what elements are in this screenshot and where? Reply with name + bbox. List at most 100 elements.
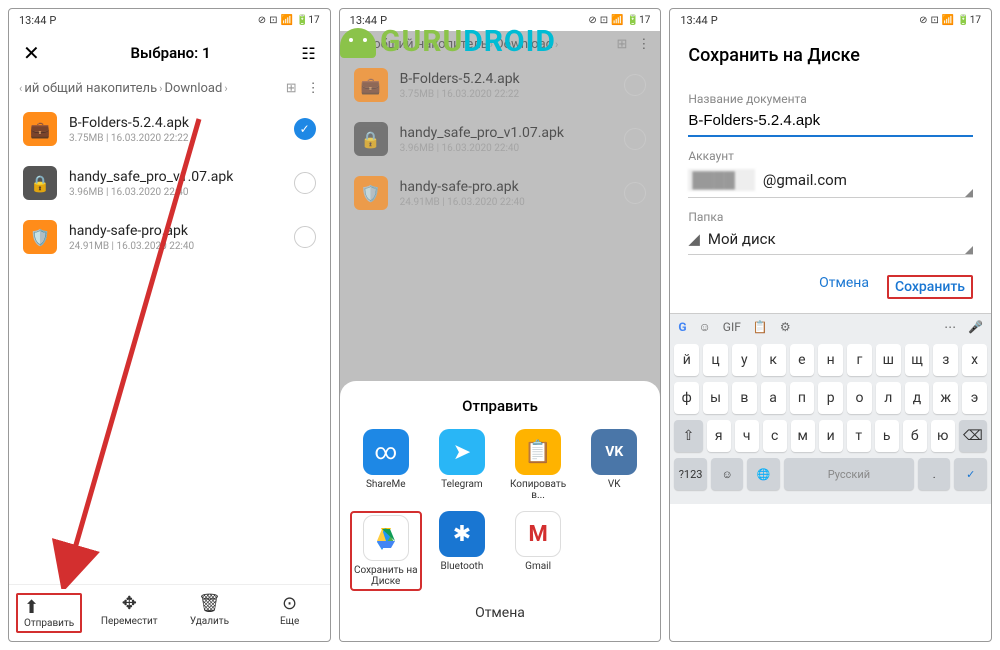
docname-label: Название документа: [688, 92, 973, 106]
numeric-key[interactable]: ?123: [674, 458, 707, 490]
dnd-icon: ⊘: [258, 15, 266, 26]
clipboard-icon[interactable]: 📋: [753, 320, 768, 334]
keyboard-row-4: ?123 ☺ 🌐 Русский . ✓: [674, 458, 987, 490]
backspace-key[interactable]: ⌫: [959, 420, 987, 452]
share-sheet: Отправить ∞ShareMe ➤Telegram 📋Копировать…: [340, 381, 661, 641]
checkbox-unchecked[interactable]: [294, 172, 316, 194]
status-bar: 13:44 P ⊘⊡📶🔋17: [340, 9, 661, 31]
save-to-drive-dialog: Сохранить на Диске Название документа Ак…: [670, 31, 991, 313]
select-all-icon[interactable]: ☷: [301, 44, 315, 63]
key[interactable]: с: [763, 420, 787, 452]
share-app-bluetooth[interactable]: ✱Bluetooth: [426, 511, 498, 591]
key[interactable]: г: [847, 344, 872, 376]
keyboard-row-2: ф ы в а п р о л д ж э: [674, 382, 987, 414]
key[interactable]: й: [674, 344, 699, 376]
share-icon: ⬆: [24, 597, 74, 618]
share-sheet-title: Отправить: [350, 397, 651, 415]
share-app-telegram[interactable]: ➤Telegram: [426, 429, 498, 501]
key[interactable]: ю: [931, 420, 955, 452]
key[interactable]: э: [962, 382, 987, 414]
key[interactable]: е: [790, 344, 815, 376]
trash-icon: 🗑: [198, 593, 221, 614]
key[interactable]: ж: [933, 382, 958, 414]
key[interactable]: р: [818, 382, 843, 414]
settings-icon[interactable]: ⚙: [780, 320, 791, 334]
key[interactable]: т: [847, 420, 871, 452]
status-bar: 13:44 P ⊘⊡📶🔋17: [9, 9, 330, 31]
key[interactable]: ь: [875, 420, 899, 452]
sticker-icon[interactable]: ☺: [699, 320, 711, 334]
key[interactable]: х: [962, 344, 987, 376]
key[interactable]: ц: [703, 344, 728, 376]
share-app-drive[interactable]: Сохранить на Диске: [350, 511, 422, 591]
mic-icon[interactable]: 🎤: [968, 320, 983, 334]
key[interactable]: л: [876, 382, 901, 414]
key[interactable]: п: [790, 382, 815, 414]
cancel-button[interactable]: Отмена: [350, 591, 651, 625]
key[interactable]: в: [732, 382, 757, 414]
apk-icon: 💼: [23, 112, 57, 146]
period-key[interactable]: .: [918, 458, 951, 490]
key[interactable]: н: [818, 344, 843, 376]
space-key[interactable]: Русский: [784, 458, 914, 490]
key[interactable]: я: [707, 420, 731, 452]
more-button[interactable]: ⊙Еще: [250, 593, 330, 633]
phone-screen-1: 13:44 P ⊘⊡📶🔋17 ✕ Выбрано: 1 ☷ ‹ ий общий…: [8, 8, 331, 642]
shift-key[interactable]: ⇧: [674, 420, 702, 452]
keyboard-row-1: й ц у к е н г ш щ з х: [674, 344, 987, 376]
phone-screen-2: 13:44 P ⊘⊡📶🔋17 ‹ ий общий накопитель › D…: [339, 8, 662, 642]
lang-key[interactable]: 🌐: [747, 458, 780, 490]
key[interactable]: з: [933, 344, 958, 376]
file-row[interactable]: 🛡️ handy-safe-pro.apk 24.91MB | 16.03.20…: [9, 210, 330, 264]
share-app-gmail[interactable]: MGmail: [502, 511, 574, 591]
folder-field[interactable]: ◢ Мой диск: [688, 224, 973, 255]
cancel-button[interactable]: Отмена: [819, 275, 869, 299]
key[interactable]: ф: [674, 382, 699, 414]
selection-header: ✕ Выбрано: 1 ☷: [9, 31, 330, 75]
google-icon[interactable]: G: [678, 320, 686, 334]
dropdown-icon: [965, 246, 973, 254]
key[interactable]: д: [905, 382, 930, 414]
share-app-copy[interactable]: 📋Копировать в...: [502, 429, 574, 501]
file-row[interactable]: 🔒 handy_safe_pro_v1.07.apk 3.96MB | 16.0…: [9, 156, 330, 210]
key[interactable]: к: [761, 344, 786, 376]
battery-icon: 🔋17: [296, 15, 320, 26]
grid-view-icon[interactable]: ⊞: [286, 81, 297, 96]
file-row[interactable]: 💼 B-Folders-5.2.4.apk 3.75MB | 16.03.202…: [9, 102, 330, 156]
enter-key[interactable]: ✓: [954, 458, 987, 490]
key[interactable]: и: [819, 420, 843, 452]
delete-button[interactable]: 🗑Удалить: [169, 593, 249, 633]
key[interactable]: щ: [905, 344, 930, 376]
file-row: 🔒 handy_safe_pro_v1.07.apk3.96MB | 16.03…: [340, 112, 661, 166]
key[interactable]: у: [732, 344, 757, 376]
docname-input[interactable]: [688, 112, 973, 129]
key[interactable]: б: [903, 420, 927, 452]
dialog-title: Сохранить на Диске: [688, 31, 973, 80]
key[interactable]: о: [847, 382, 872, 414]
gif-button[interactable]: GIF: [723, 320, 741, 334]
share-app-vk[interactable]: VKVK: [578, 429, 650, 501]
account-field[interactable]: ████@gmail.com: [688, 163, 973, 198]
three-phone-layout: 13:44 P ⊘⊡📶🔋17 ✕ Выбрано: 1 ☷ ‹ ий общий…: [0, 0, 1000, 650]
virtual-keyboard: G ☺ GIF 📋 ⚙ ⋯ 🎤 й ц у к е н г ш щ: [670, 313, 991, 504]
key[interactable]: м: [791, 420, 815, 452]
key[interactable]: ч: [735, 420, 759, 452]
docname-field[interactable]: [688, 106, 973, 137]
send-button[interactable]: ⬆ Отправить: [9, 593, 89, 633]
drive-icon: ◢: [688, 230, 700, 248]
dropdown-icon: [965, 189, 973, 197]
emoji-key[interactable]: ☺: [711, 458, 744, 490]
key[interactable]: ш: [876, 344, 901, 376]
file-list: 💼 B-Folders-5.2.4.apk 3.75MB | 16.03.202…: [9, 102, 330, 584]
save-button[interactable]: Сохранить: [887, 275, 973, 299]
checkbox-unchecked[interactable]: [294, 226, 316, 248]
close-icon[interactable]: ✕: [23, 41, 40, 65]
key[interactable]: а: [761, 382, 786, 414]
checkbox-checked[interactable]: ✓: [294, 118, 316, 140]
move-button[interactable]: ✥Переместит: [89, 593, 169, 633]
breadcrumb[interactable]: ‹ ий общий накопитель › Download › ⊞ ⋮: [9, 75, 330, 102]
key[interactable]: ы: [703, 382, 728, 414]
more-icon[interactable]: ⋮: [307, 81, 320, 96]
keyboard-toolbar: G ☺ GIF 📋 ⚙ ⋯ 🎤: [670, 314, 991, 340]
share-app-shareme[interactable]: ∞ShareMe: [350, 429, 422, 501]
